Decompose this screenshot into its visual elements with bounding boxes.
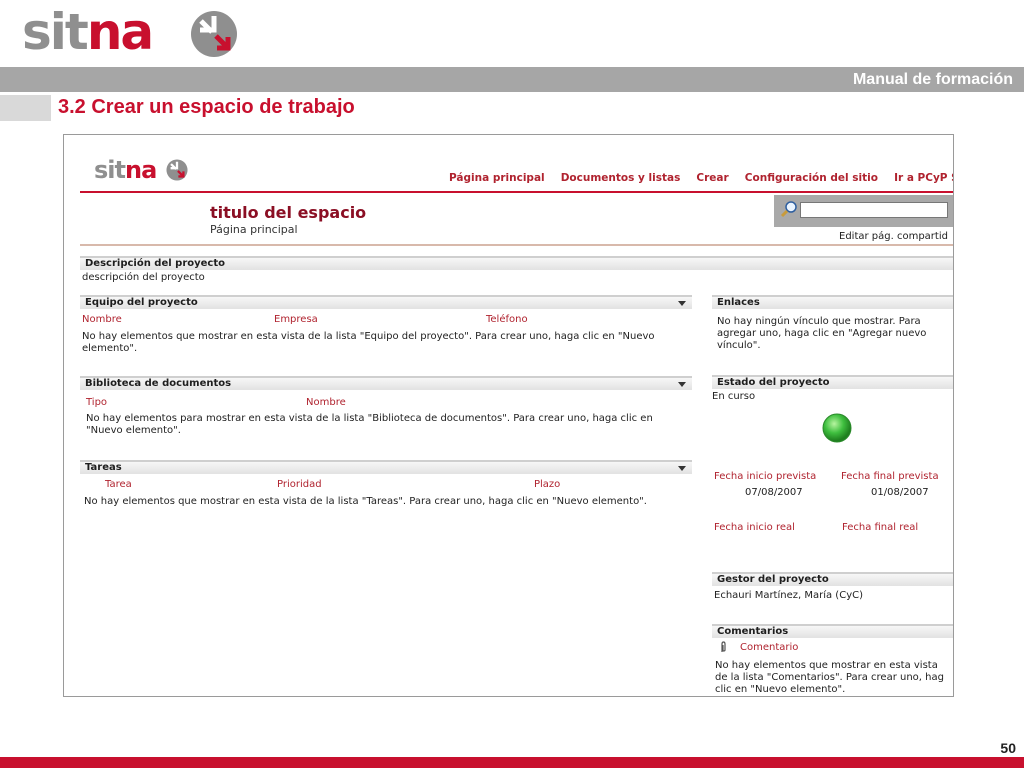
footer-bar	[0, 757, 1024, 768]
start-planned-date: 07/08/2007	[745, 487, 803, 498]
header-band: Manual de formación	[0, 67, 1024, 92]
attachment-icon	[721, 641, 726, 652]
comments-empty-line-2: de la lista "Comentarios". Para crear un…	[715, 672, 944, 683]
edit-shared-page-link[interactable]: Editar pág. compartid	[839, 231, 948, 242]
tasks-header: Tareas	[80, 460, 692, 474]
search-input[interactable]	[800, 202, 948, 218]
team-col-empresa[interactable]: Empresa	[274, 314, 318, 325]
logo-arrows-icon	[191, 11, 237, 57]
search-icon[interactable]	[780, 200, 798, 218]
tasks-empty-line-1: No hay elementos que mostrar en esta vis…	[84, 496, 647, 507]
start-planned-label: Fecha inicio prevista	[714, 471, 817, 482]
app-logo-arrows-icon	[166, 159, 188, 181]
tasks-col-prioridad[interactable]: Prioridad	[277, 479, 322, 490]
nav-pagina-principal[interactable]: Página principal	[449, 172, 545, 184]
nav-crear[interactable]: Crear	[696, 172, 728, 184]
library-col-tipo[interactable]: Tipo	[86, 397, 107, 408]
description-header: Descripción del proyecto	[80, 256, 953, 270]
app-logo-wordmark: sitna	[94, 156, 157, 184]
page-number: 50	[1000, 740, 1016, 756]
links-empty-line-3: vínculo".	[717, 340, 761, 351]
library-empty-line-1: No hay elementos para mostrar en esta vi…	[86, 413, 653, 424]
library-header: Biblioteca de documentos	[80, 376, 692, 390]
nav-divider	[80, 191, 953, 193]
team-menu-caret[interactable]	[678, 301, 686, 306]
nav-configuracion-del-sitio[interactable]: Configuración del sitio	[745, 172, 878, 184]
end-planned-date: 01/08/2007	[871, 487, 929, 498]
team-header: Equipo del proyecto	[80, 295, 692, 309]
manager-header: Gestor del proyecto	[712, 572, 953, 586]
team-empty-line-1: No hay elementos que mostrar en esta vis…	[82, 331, 655, 342]
comments-header: Comentarios	[712, 624, 953, 638]
tasks-col-plazo[interactable]: Plazo	[534, 479, 560, 490]
status-value: En curso	[712, 391, 756, 402]
manual-label: Manual de formación	[852, 71, 1013, 88]
site-subtitle: Página principal	[210, 223, 298, 236]
links-empty-line-2: agregar uno, haga clic en "Agregar nuevo	[717, 328, 927, 339]
logo-wordmark: sitna	[22, 3, 154, 61]
team-col-telefono[interactable]: Teléfono	[486, 314, 528, 325]
tasks-menu-caret[interactable]	[678, 466, 686, 471]
title-accent-block	[0, 95, 51, 121]
links-empty-line-1: No hay ningún vínculo que mostrar. Para	[717, 316, 921, 327]
nav-documentos-y-listas[interactable]: Documentos y listas	[561, 172, 681, 184]
description-text: descripción del proyecto	[82, 272, 205, 283]
top-navigation: Página principal Documentos y listas Cre…	[449, 166, 953, 185]
manager-name: Echauri Martínez, María (CyC)	[714, 590, 863, 601]
status-indicator-icon	[822, 413, 852, 443]
slide-title: 3.2 Crear un espacio de trabajo	[58, 96, 355, 118]
status-header: Estado del proyecto	[712, 375, 953, 389]
library-empty-line-2: "Nuevo elemento".	[86, 425, 181, 436]
library-menu-caret[interactable]	[678, 382, 686, 387]
site-title: titulo del espacio	[210, 203, 367, 222]
end-planned-label: Fecha final prevista	[841, 471, 939, 482]
comments-empty-line-3: clic en "Nuevo elemento".	[715, 684, 846, 695]
workspace-screenshot: sitna Página principal Documentos y list…	[63, 134, 954, 697]
start-real-label: Fecha inicio real	[714, 522, 795, 533]
links-header: Enlaces	[712, 295, 953, 309]
end-real-label: Fecha final real	[842, 522, 919, 533]
title-divider	[80, 244, 953, 246]
comments-empty-line-1: No hay elementos que mostrar en esta vis…	[715, 660, 938, 671]
library-col-nombre[interactable]: Nombre	[306, 397, 346, 408]
team-empty-line-2: elemento".	[82, 343, 138, 354]
nav-ir-a-pcyp[interactable]: Ir a PCyP SIT	[894, 172, 953, 184]
tasks-col-tarea[interactable]: Tarea	[105, 479, 132, 490]
comment-link[interactable]: Comentario	[740, 642, 798, 653]
team-col-nombre[interactable]: Nombre	[82, 314, 122, 325]
